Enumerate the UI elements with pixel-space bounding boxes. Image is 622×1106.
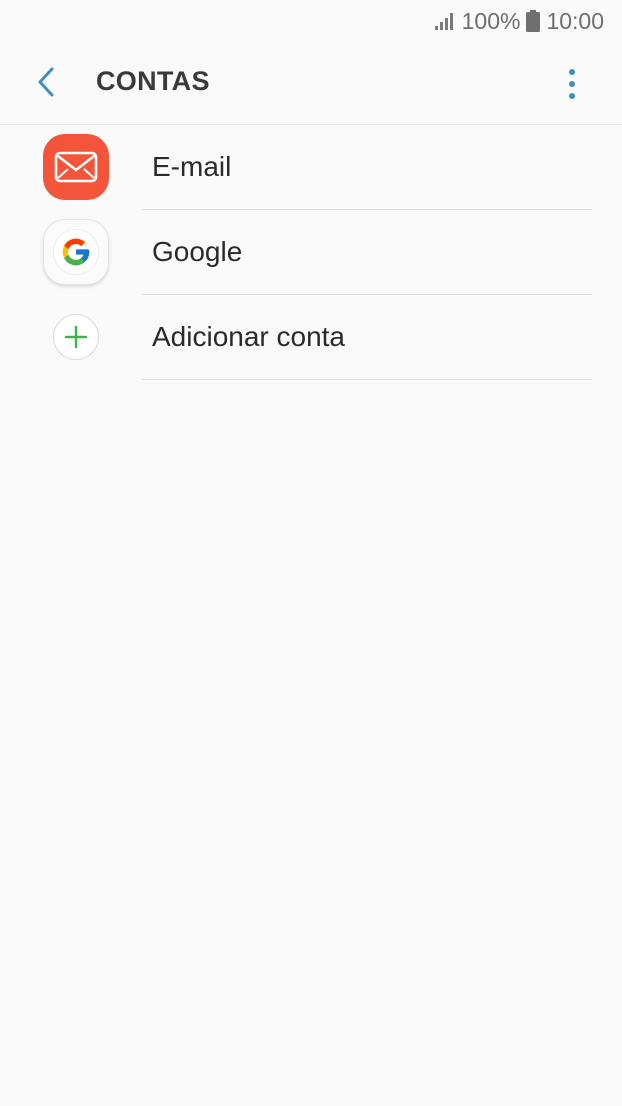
account-list: E-mail Google Adicionar conta — [0, 125, 622, 380]
back-button[interactable] — [24, 62, 68, 106]
battery-icon — [526, 10, 541, 32]
add-icon — [53, 314, 99, 360]
status-indicators: 100% 10:00 — [434, 8, 604, 34]
page-title: CONTAS — [96, 66, 210, 96]
email-icon — [43, 134, 109, 200]
clock: 10:00 — [546, 7, 604, 34]
more-options-button[interactable] — [558, 64, 586, 108]
account-item-google[interactable]: Google — [0, 210, 622, 295]
more-vertical-icon — [568, 68, 576, 105]
signal-icon — [434, 11, 456, 31]
account-item-label: E-mail — [152, 151, 232, 182]
chevron-left-icon — [36, 66, 56, 103]
google-app-icon-wrap — [43, 219, 109, 285]
account-item-email[interactable]: E-mail — [0, 125, 622, 210]
add-account-item[interactable]: Adicionar conta — [0, 295, 622, 380]
app-bar: CONTAS — [0, 42, 622, 125]
add-account-label: Adicionar conta — [152, 321, 346, 352]
account-item-label: Google — [152, 236, 243, 267]
divider — [142, 379, 592, 380]
status-bar: 100% 10:00 — [0, 0, 622, 42]
email-app-icon-wrap — [43, 134, 109, 200]
google-icon — [43, 219, 109, 285]
google-g-logo — [54, 230, 98, 274]
battery-percent: 100% — [461, 7, 521, 34]
